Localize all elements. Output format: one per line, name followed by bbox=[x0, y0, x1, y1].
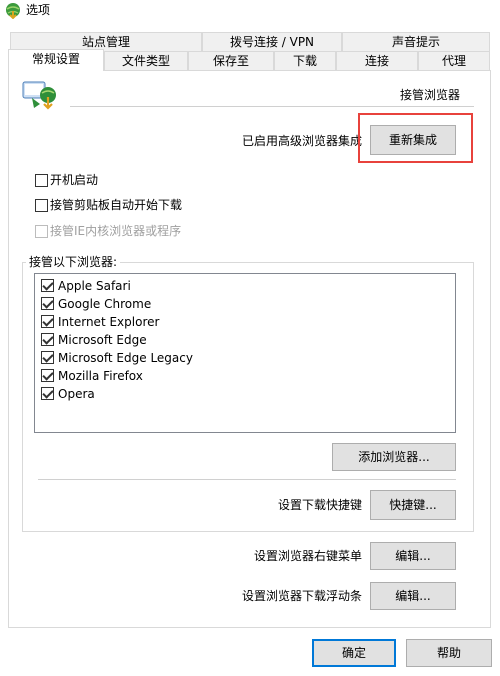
clipboard-checkbox[interactable] bbox=[35, 199, 48, 212]
browser-list-item[interactable]: Google Chrome bbox=[39, 296, 439, 312]
title-bar: 选项 bbox=[0, 0, 500, 20]
shortcut-button[interactable]: 快捷键... bbox=[370, 490, 456, 520]
context-menu-edit-button[interactable]: 编辑... bbox=[370, 542, 456, 570]
browser-list-item[interactable]: Microsoft Edge bbox=[39, 332, 439, 348]
idm-globe-icon bbox=[6, 3, 20, 19]
browser-checkbox[interactable] bbox=[41, 315, 54, 328]
tab-file-types[interactable]: 文件类型 bbox=[104, 51, 188, 70]
tab-general[interactable]: 常规设置 bbox=[8, 49, 104, 71]
help-button[interactable]: 帮助 bbox=[406, 639, 492, 667]
tab-save-to[interactable]: 保存至 bbox=[188, 51, 274, 70]
browser-checkbox[interactable] bbox=[41, 333, 54, 346]
browser-checkbox[interactable] bbox=[41, 297, 54, 310]
browser-name: Opera bbox=[58, 387, 95, 401]
browser-name: Google Chrome bbox=[58, 297, 152, 311]
tab-downloads[interactable]: 下载 bbox=[274, 51, 336, 70]
browser-checkbox[interactable] bbox=[41, 279, 54, 292]
browser-name: Internet Explorer bbox=[58, 315, 160, 329]
browser-list-item[interactable]: Opera bbox=[39, 386, 439, 402]
highlight-box bbox=[358, 113, 473, 163]
browser-list-item[interactable]: Microsoft Edge Legacy bbox=[39, 350, 439, 366]
add-browser-button[interactable]: 添加浏览器... bbox=[332, 443, 456, 471]
browser-name: Mozilla Firefox bbox=[58, 369, 143, 383]
ok-button[interactable]: 确定 bbox=[312, 639, 396, 667]
browser-list-item[interactable]: Apple Safari bbox=[39, 278, 439, 294]
browser-name: Microsoft Edge Legacy bbox=[58, 351, 193, 365]
tab-proxy[interactable]: 代理 bbox=[418, 51, 490, 70]
tab-dialup-vpn[interactable]: 拨号连接 / VPN bbox=[202, 32, 342, 51]
browser-list-item[interactable]: Mozilla Firefox bbox=[39, 368, 439, 384]
browser-name: Microsoft Edge bbox=[58, 333, 147, 347]
tab-connection[interactable]: 连接 bbox=[336, 51, 418, 70]
float-bar-edit-button[interactable]: 编辑... bbox=[370, 582, 456, 610]
browsers-list[interactable]: Apple Safari Google Chrome Internet Explor… bbox=[34, 273, 456, 433]
browser-list-item[interactable]: Internet Explorer bbox=[39, 314, 439, 330]
startup-checkbox[interactable] bbox=[35, 174, 48, 187]
browser-checkbox[interactable] bbox=[41, 351, 54, 364]
browser-checkbox[interactable] bbox=[41, 387, 54, 400]
browser-checkbox[interactable] bbox=[41, 369, 54, 382]
ie-integration-checkbox[interactable] bbox=[35, 225, 48, 238]
tab-sound-notifications[interactable]: 声音提示 bbox=[342, 32, 490, 51]
window-title: 选项 bbox=[26, 3, 51, 17]
browser-name: Apple Safari bbox=[58, 279, 131, 293]
